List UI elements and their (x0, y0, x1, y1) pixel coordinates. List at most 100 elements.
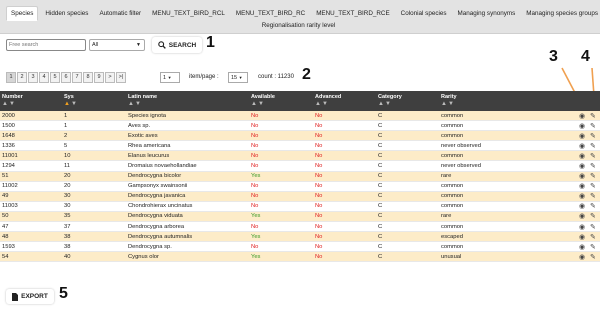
next-page-button[interactable]: > (105, 72, 115, 83)
pencil-icon[interactable]: ✎ (590, 172, 596, 180)
callout-number-4: 4 (581, 48, 590, 65)
cell-advanced: No (315, 152, 323, 159)
eye-icon[interactable]: ◉ (579, 162, 585, 170)
pencil-icon[interactable]: ✎ (590, 182, 596, 190)
sort-icon[interactable]: ▲▼ (251, 101, 265, 107)
cell-available: No (251, 223, 259, 230)
sort-icon[interactable]: ▲▼ (378, 101, 392, 107)
pencil-icon[interactable]: ✎ (590, 253, 596, 261)
eye-icon[interactable]: ◉ (579, 243, 585, 251)
sort-icon[interactable]: ▲▼ (64, 101, 78, 107)
search-button[interactable]: SEARCH (152, 37, 202, 53)
pencil-icon[interactable]: ✎ (590, 152, 596, 160)
cell-rarity: common (441, 122, 464, 129)
pencil-icon[interactable]: ✎ (590, 243, 596, 251)
page-button[interactable]: 8 (83, 72, 93, 83)
filter-select[interactable]: All ▼ (89, 39, 145, 51)
eye-icon[interactable]: ◉ (579, 142, 585, 150)
cell-rarity: escaped (441, 233, 463, 240)
column-header-latin-name[interactable]: Latin name (128, 94, 157, 100)
tab-colonial-species[interactable]: Colonial species (397, 7, 451, 20)
eye-icon[interactable]: ◉ (579, 182, 585, 190)
column-header-advanced[interactable]: Advanced (315, 94, 341, 100)
table-row: 49 30 Dendrocygna javanica No No C commo… (0, 191, 600, 202)
items-per-page-value: 15 (231, 75, 238, 81)
pagination: 1 2 3 4 5 6 7 8 9 > >| (6, 72, 127, 83)
cell-advanced: No (315, 112, 323, 119)
page-button[interactable]: 7 (72, 72, 82, 83)
items-per-page-select[interactable]: 15 ▼ (228, 72, 248, 83)
cell-category: C (378, 152, 383, 159)
cell-rarity: common (441, 112, 464, 119)
cell-latin-name: Chondrohierax uncinatus (128, 203, 193, 210)
pencil-icon[interactable]: ✎ (590, 233, 596, 241)
tab-bird-rcl[interactable]: MENU_TEXT_BIRD_RCL (148, 7, 229, 20)
sort-icon[interactable]: ▲▼ (2, 101, 16, 107)
search-icon (158, 41, 166, 49)
pencil-icon[interactable]: ✎ (590, 112, 596, 120)
table-row: 1294 11 Dromaius novaehollandiae No No C… (0, 161, 600, 172)
page-button[interactable]: 6 (61, 72, 71, 83)
cell-latin-name: Elanus leucurus (128, 152, 170, 159)
cell-number: 1648 (2, 132, 15, 139)
page-button[interactable]: 5 (50, 72, 60, 83)
pencil-icon[interactable]: ✎ (590, 122, 596, 130)
tab-hidden-species[interactable]: Hidden species (41, 7, 92, 20)
callout-number-5: 5 (59, 285, 68, 302)
eye-icon[interactable]: ◉ (579, 212, 585, 220)
eye-icon[interactable]: ◉ (579, 122, 585, 130)
pencil-icon[interactable]: ✎ (590, 212, 596, 220)
tab-managing-synonyms[interactable]: Managing synonyms (454, 7, 520, 20)
eye-icon[interactable]: ◉ (579, 233, 585, 241)
page-button[interactable]: 4 (39, 72, 49, 83)
tab-regionalisation-rarity-level[interactable]: Regionalisation rarity level (258, 19, 340, 32)
eye-icon[interactable]: ◉ (579, 152, 585, 160)
table-header: Number ▲▼ Sys ▲▼ Latin name ▲▼ Available… (0, 91, 600, 111)
cell-advanced: No (315, 142, 323, 149)
pencil-icon[interactable]: ✎ (590, 202, 596, 210)
cell-available: No (251, 122, 259, 129)
pencil-icon[interactable]: ✎ (590, 132, 596, 140)
tab-species[interactable]: Species (6, 6, 39, 21)
table-row: 1336 5 Rhea americana No No C never obse… (0, 141, 600, 152)
eye-icon[interactable]: ◉ (579, 112, 585, 120)
page-button[interactable]: 3 (28, 72, 38, 83)
sort-icon[interactable]: ▲▼ (128, 101, 142, 107)
tab-bar: Species Hidden species Automatic filter … (0, 0, 600, 34)
eye-icon[interactable]: ◉ (579, 132, 585, 140)
column-header-category[interactable]: Category (378, 94, 402, 100)
column-header-sys[interactable]: Sys (64, 94, 74, 100)
eye-icon[interactable]: ◉ (579, 223, 585, 231)
page-button[interactable]: 2 (17, 72, 27, 83)
pencil-icon[interactable]: ✎ (590, 162, 596, 170)
column-header-number[interactable]: Number (2, 94, 23, 100)
table-row: 2000 1 Species ignota No No C common ◉ ✎ (0, 111, 600, 122)
eye-icon[interactable]: ◉ (579, 253, 585, 261)
sort-icon[interactable]: ▲▼ (315, 101, 329, 107)
last-page-button[interactable]: >| (116, 72, 126, 83)
search-input[interactable] (6, 39, 86, 51)
tab-managing-species-groups[interactable]: Managing species groups (522, 7, 600, 20)
pencil-icon[interactable]: ✎ (590, 142, 596, 150)
page-button[interactable]: 1 (6, 72, 16, 83)
cell-category: C (378, 233, 383, 240)
column-header-rarity[interactable]: Rarity (441, 94, 457, 100)
cell-category: C (378, 203, 383, 210)
cell-latin-name: Dendrocygna javanica (128, 193, 186, 200)
cell-advanced: No (315, 253, 323, 260)
tab-automatic-filter[interactable]: Automatic filter (95, 7, 145, 20)
cell-available: No (251, 152, 259, 159)
page-button[interactable]: 9 (94, 72, 104, 83)
eye-icon[interactable]: ◉ (579, 202, 585, 210)
export-button[interactable]: EXPORT (6, 289, 54, 304)
pencil-icon[interactable]: ✎ (590, 223, 596, 231)
cell-advanced: No (315, 122, 323, 129)
sort-icon[interactable]: ▲▼ (441, 101, 455, 107)
column-header-available[interactable]: Available (251, 94, 275, 100)
cell-available: No (251, 243, 259, 250)
pencil-icon[interactable]: ✎ (590, 192, 596, 200)
eye-icon[interactable]: ◉ (579, 192, 585, 200)
table-row: 1593 38 Dendrocygna sp. No No C common ◉… (0, 242, 600, 253)
eye-icon[interactable]: ◉ (579, 172, 585, 180)
page-select[interactable]: 1 ▼ (160, 72, 180, 83)
